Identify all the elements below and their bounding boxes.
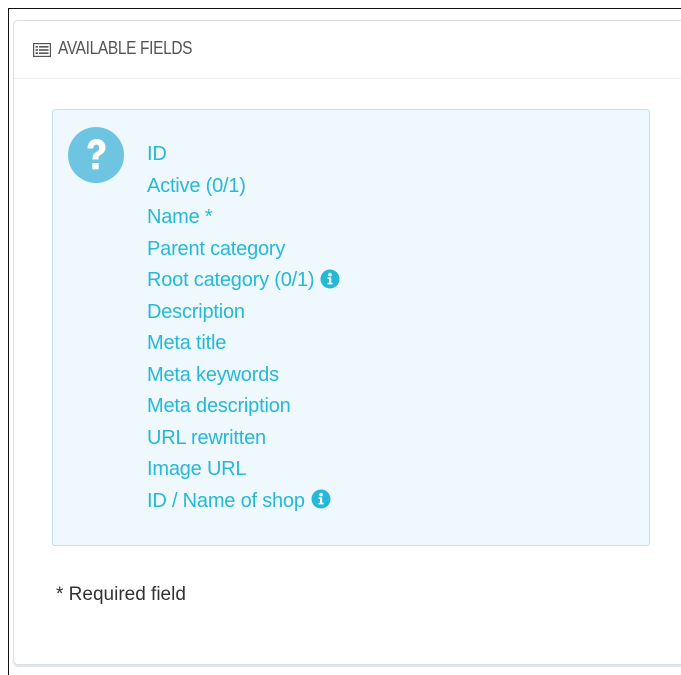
field-label: Active (0/1) [147,174,246,197]
info-circle-icon[interactable] [311,489,331,509]
list-item[interactable]: Parent category [147,234,340,266]
question-circle-icon [68,127,124,183]
field-label: Image URL [147,458,247,480]
required-field-note: * Required field [56,584,186,605]
field-label: Meta keywords [147,363,279,386]
field-label: Description [147,300,245,323]
list-alt-icon [33,43,51,57]
field-label: Name * [147,206,213,228]
list-item[interactable]: Image URL [147,454,340,486]
field-list: ID Active (0/1) Name * Parent category R… [147,139,340,517]
field-label: Meta description [147,395,291,417]
list-item[interactable]: URL rewritten [147,423,340,455]
info-circle-icon[interactable] [320,269,340,289]
page-frame: AVAILABLE FIELDS ID Active (0/1) Name * … [8,8,681,675]
panel-heading: AVAILABLE FIELDS [14,21,681,79]
list-item[interactable]: Meta description [147,391,340,423]
list-item[interactable]: ID [147,139,340,171]
list-item[interactable]: Meta keywords [147,360,340,392]
field-label: Root category (0/1) [147,269,315,291]
available-fields-panel: AVAILABLE FIELDS ID Active (0/1) Name * … [13,20,681,665]
field-label: URL rewritten [147,426,266,449]
info-alert: ID Active (0/1) Name * Parent category R… [52,109,650,546]
field-label: ID / Name of shop [147,489,305,512]
list-item[interactable]: Name * [147,202,340,234]
list-item[interactable]: Root category (0/1) [147,265,340,297]
field-label: Parent category [147,237,286,260]
field-label: ID [147,143,167,165]
list-item[interactable]: Meta title [147,328,340,360]
list-item[interactable]: ID / Name of shop [147,486,340,518]
list-item[interactable]: Active (0/1) [147,171,340,203]
list-item[interactable]: Description [147,297,340,329]
field-label: Meta title [147,332,227,354]
panel-title: AVAILABLE FIELDS [58,38,193,58]
